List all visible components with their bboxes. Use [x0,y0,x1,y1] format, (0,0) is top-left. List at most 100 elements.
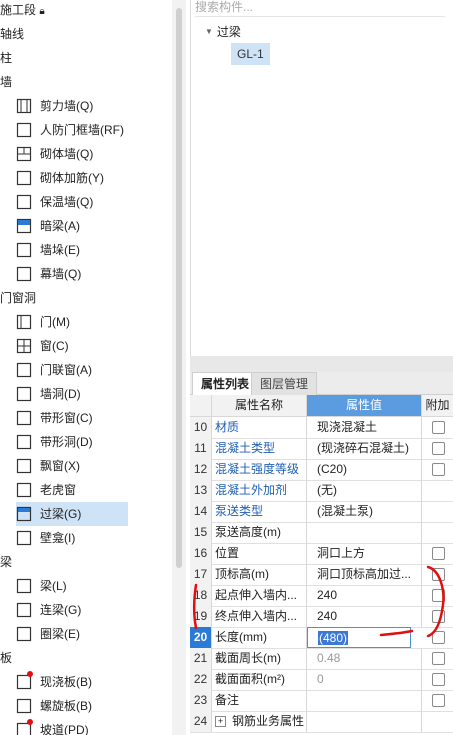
tree-item-label: 带形洞(D) [40,435,93,449]
property-value-input[interactable]: (480) [307,627,411,648]
property-value[interactable]: (C20) [307,459,422,480]
property-row[interactable]: 10 材质 现浇混凝土 [190,417,453,439]
tree-item[interactable]: 保温墙(Q) [16,190,93,214]
property-value[interactable] [307,711,422,732]
extra-checkbox[interactable] [432,442,445,455]
property-row[interactable]: 18 起点伸入墙内... 240 [190,585,453,607]
property-value[interactable]: (无) [307,480,422,501]
property-value[interactable] [307,522,422,543]
collapse-arrow-icon[interactable]: ▼ [205,27,213,36]
tree-item[interactable]: 坡道(PD) [16,718,89,735]
tree-item-label: 砌体墙(Q) [40,147,94,161]
tree-item[interactable]: 螺旋板(B) [16,694,92,718]
property-value[interactable] [307,690,422,711]
property-row[interactable]: 16 位置 洞口上方 [190,543,453,565]
tree-item[interactable]: 老虎窗 [16,478,76,502]
extra-checkbox[interactable] [432,631,445,644]
tree-item[interactable]: 带形洞(D) [16,430,93,454]
component-item-gl-1[interactable]: GL-1 [231,43,270,65]
tree-category[interactable]: 板 [0,646,12,670]
extra-checkbox[interactable] [432,694,445,707]
tree-item-label: 门联窗(A) [40,363,92,377]
extra-cell [422,417,453,438]
tree-item[interactable]: 连梁(G) [16,598,81,622]
extra-checkbox[interactable] [432,610,445,623]
tree-item-label: 壁龛(I) [40,531,76,545]
tree-item[interactable]: 人防门框墙(RF) [16,118,124,142]
tree-item[interactable]: 门联窗(A) [16,358,92,382]
property-row[interactable]: 15 泵送高度(m) [190,522,453,544]
tree-item-label: 过梁(G) [40,507,82,521]
tree-item[interactable]: 剪力墙(Q) [16,94,93,118]
tree-item[interactable]: 过梁(G) [16,502,128,526]
search-input[interactable]: 搜索构件... [195,0,445,17]
property-value[interactable]: 240 [307,585,422,606]
tree-category[interactable]: 门窗洞 [0,286,36,310]
tree-category[interactable]: 柱 [0,46,12,70]
property-row[interactable]: 23 备注 [190,690,453,712]
property-row[interactable]: 24 + 钢筋业务属性 [190,711,453,733]
tree-category[interactable]: 梁 [0,550,12,574]
tree-item[interactable]: 门(M) [16,310,70,334]
dormer-window-icon [16,482,32,498]
header-property-name: 属性名称 [212,395,307,417]
extra-checkbox[interactable] [432,463,445,476]
component-group-lintel[interactable]: ▼ 过梁 [205,23,241,40]
property-value[interactable]: 0 [307,669,422,690]
tree-item[interactable]: 幕墙(Q) [16,262,81,286]
property-value[interactable]: 洞口顶标高加过... [307,564,422,585]
property-value[interactable]: 现浇混凝土 [307,417,422,438]
extra-checkbox[interactable] [432,652,445,665]
property-row[interactable]: 19 终点伸入墙内... 240 [190,606,453,628]
property-row[interactable]: 22 截面面积(m²) 0 [190,669,453,691]
strip-opening-icon [16,434,32,450]
tab-layer-management[interactable]: 图层管理 [251,372,318,395]
extra-checkbox[interactable] [432,673,445,686]
tree-item[interactable]: 梁(L) [16,574,67,598]
tree-item[interactable]: 圈梁(E) [16,622,80,646]
tree-scrollbar-thumb[interactable] [176,8,182,568]
property-row[interactable]: 14 泵送类型 (混凝土泵) [190,501,453,523]
property-row[interactable]: 13 混凝土外加剂 (无) [190,480,453,502]
property-tabs: 属性列表 图层管理 [190,372,453,395]
property-value[interactable]: 0.48 [307,648,422,669]
property-value[interactable]: (现浇碎石混凝土) [307,438,422,459]
extra-cell [422,585,453,606]
tree-item[interactable]: 墙洞(D) [16,382,81,406]
property-value[interactable]: 240 [307,606,422,627]
tree-category[interactable]: 墙 [0,70,12,94]
panel-splitter[interactable] [190,356,453,372]
property-row[interactable]: 21 截面周长(m) 0.48 [190,648,453,670]
property-value[interactable]: (混凝土泵) [307,501,422,522]
tree-item[interactable]: 现浇板(B) [16,670,92,694]
tree-item[interactable]: 墙垛(E) [16,238,80,262]
extra-checkbox[interactable] [432,568,445,581]
tab-property-list[interactable]: 属性列表 [192,372,259,395]
property-value[interactable]: 洞口上方 [307,543,422,564]
tree-item-label: 现浇板(B) [40,675,92,689]
tree-category[interactable]: 轴线 [0,22,24,46]
expand-plus-icon[interactable]: + [215,716,226,728]
tree-item[interactable]: 砌体墙(Q) [16,142,93,166]
tree-item[interactable]: 暗梁(A) [16,214,80,238]
property-row[interactable]: 12 混凝土强度等级 (C20) [190,459,453,481]
tree-item[interactable]: 壁龛(I) [16,526,75,550]
tree-item[interactable]: 砌体加筋(Y) [16,166,104,190]
property-name: 材质 [212,417,307,438]
property-row[interactable]: 20 长度(mm) (480) [190,627,453,649]
extra-checkbox[interactable] [432,547,445,560]
tree-category-construction-section[interactable]: 施工段 🔒︎ [0,0,45,22]
tree-item-label: 暗梁(A) [40,219,80,233]
tree-scrollbar[interactable] [172,0,186,735]
property-name: 位置 [212,543,307,564]
extra-checkbox[interactable] [432,589,445,602]
tree-item[interactable]: 带形窗(C) [16,406,93,430]
extra-checkbox[interactable] [432,421,445,434]
tree-item[interactable]: 窗(C) [16,334,69,358]
property-row[interactable]: 17 顶标高(m) 洞口顶标高加过... [190,564,453,586]
row-number: 11 [190,438,212,459]
tree-item[interactable]: 飘窗(X) [16,454,80,478]
property-row[interactable]: 11 混凝土类型 (现浇碎石混凝土) [190,438,453,460]
lock-icon: 🔒︎ [39,6,45,17]
row-number: 22 [190,669,212,690]
